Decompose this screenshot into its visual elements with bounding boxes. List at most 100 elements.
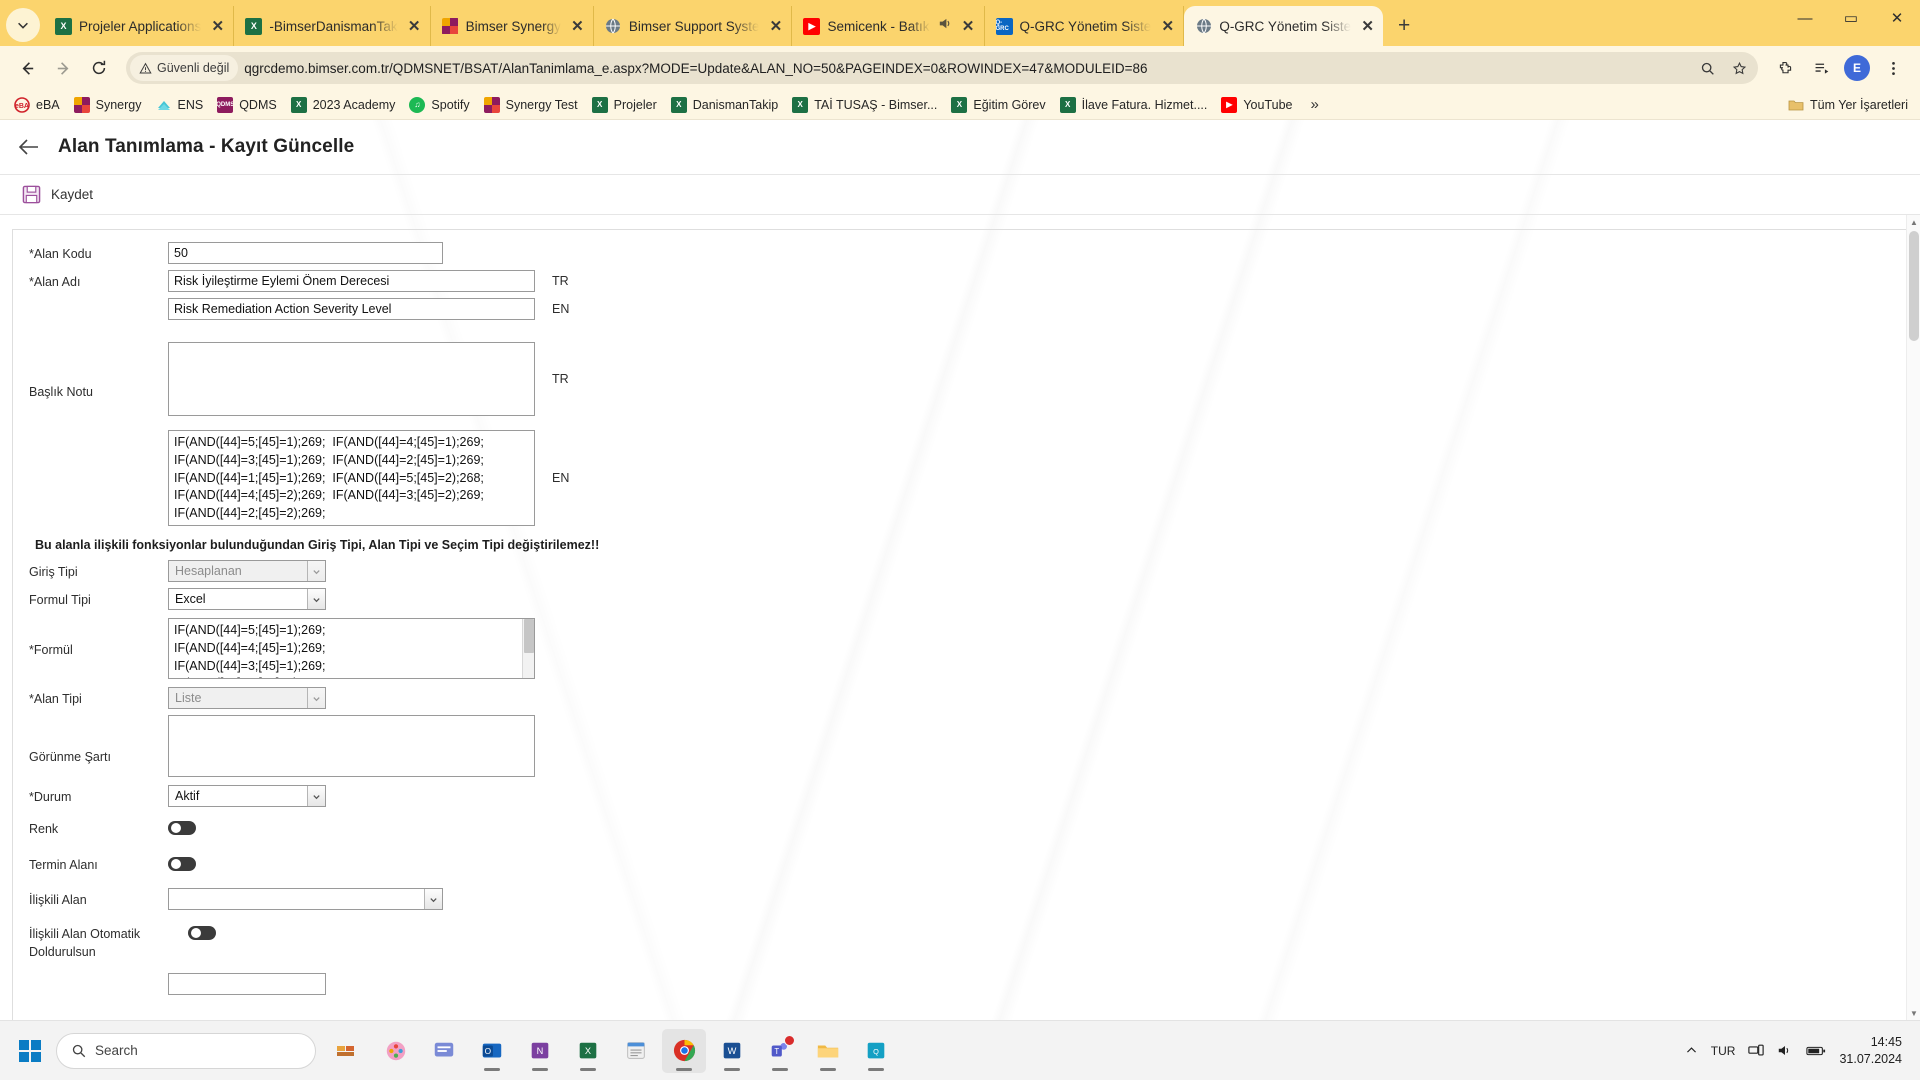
browser-tab[interactable]: X -BimserDanismanTak ✕	[234, 6, 431, 46]
tab-close-icon[interactable]: ✕	[766, 17, 785, 36]
formul-scrollbar[interactable]	[522, 619, 534, 678]
tab-audio-icon[interactable]	[937, 16, 952, 36]
tab-close-icon[interactable]: ✕	[208, 17, 227, 36]
taskbar-widgets-button[interactable]	[326, 1029, 370, 1073]
bookmarks-overflow-button[interactable]: »	[1304, 96, 1324, 113]
bookmark-item[interactable]: X Projeler	[586, 94, 663, 116]
renk-toggle[interactable]	[168, 821, 196, 835]
formul-textarea[interactable]	[168, 618, 535, 679]
browser-tab[interactable]: Q-GRC Q-GRC Yönetim Siste ✕	[985, 6, 1185, 46]
field-label: İlişkili Alan Otomatik Doldurulsun	[29, 927, 141, 959]
browser-tab-active[interactable]: Q-GRC Yönetim Siste ✕	[1184, 6, 1384, 46]
taskbar-onenote-button[interactable]: N	[518, 1029, 562, 1073]
page-scrollbar-thumb[interactable]	[1909, 231, 1919, 341]
tab-close-icon[interactable]: ✕	[405, 17, 424, 36]
baslik-notu-tr-textarea[interactable]	[168, 342, 535, 416]
taskbar-file-explorer-button[interactable]	[806, 1029, 850, 1073]
browser-tab[interactable]: Bimser Synergy ✕	[431, 6, 594, 46]
bookmark-item[interactable]: X 2023 Academy	[285, 94, 402, 116]
app-back-button[interactable]	[16, 134, 42, 160]
baslik-notu-en-textarea[interactable]	[168, 430, 535, 526]
scroll-up-arrow-icon[interactable]: ▲	[1907, 215, 1920, 229]
taskbar-chrome-button[interactable]	[662, 1028, 706, 1073]
taskbar-excel-button[interactable]: X	[566, 1029, 610, 1073]
browser-tab[interactable]: ▶ Semicenk - Batık ✕	[792, 6, 985, 46]
globe-icon	[605, 18, 622, 35]
browser-tab[interactable]: Bimser Support Syste ✕	[594, 6, 793, 46]
taskbar-teams-chat-button[interactable]	[422, 1029, 466, 1073]
qdms-icon: QDMS	[217, 96, 234, 113]
formul-scrollbar-thumb[interactable]	[524, 619, 534, 653]
taskbar-notepad-button[interactable]	[614, 1029, 658, 1073]
bookmark-item[interactable]: ♫ Spotify	[403, 94, 475, 116]
profile-avatar[interactable]: E	[1844, 55, 1870, 81]
reading-list-button[interactable]	[1804, 51, 1838, 85]
minimize-button[interactable]: —	[1782, 0, 1828, 36]
tab-close-icon[interactable]: ✕	[959, 17, 978, 36]
field-label: *Formül	[29, 643, 73, 657]
scroll-down-arrow-icon[interactable]: ▼	[1907, 1006, 1920, 1020]
tab-close-icon[interactable]: ✕	[1158, 17, 1177, 36]
bookmark-item[interactable]: X DanismanTakip	[665, 94, 784, 116]
chrome-menu-button[interactable]	[1876, 51, 1910, 85]
network-icon[interactable]	[1748, 1043, 1765, 1058]
save-button[interactable]: Kaydet	[22, 185, 93, 204]
svg-text:O: O	[485, 1046, 492, 1056]
tab-close-icon[interactable]: ✕	[1358, 17, 1377, 36]
taskbar-outlook-button[interactable]: O	[470, 1029, 514, 1073]
taskbar-paint-button[interactable]	[374, 1029, 418, 1073]
taskbar-qdms-button[interactable]: Q	[854, 1029, 898, 1073]
bookmark-item[interactable]: Synergy Test	[478, 94, 584, 116]
alan-kodu-input[interactable]	[168, 242, 443, 264]
reload-button[interactable]	[82, 51, 116, 85]
bookmark-item[interactable]: X İlave Fatura. Hizmet....	[1054, 94, 1214, 116]
new-tab-button[interactable]: +	[1389, 11, 1419, 41]
iliskili-alan-oto-toggle[interactable]	[188, 926, 216, 940]
bookmark-item[interactable]: QDMS QDMS	[211, 94, 283, 116]
bookmark-item[interactable]: eBA eBA	[8, 94, 66, 116]
synergy-icon	[483, 96, 500, 113]
all-bookmarks-entry[interactable]: Tüm Yer İşaretleri	[1788, 97, 1912, 113]
bookmark-item[interactable]: X Eğitim Görev	[945, 94, 1051, 116]
partial-select[interactable]	[168, 973, 326, 995]
back-button[interactable]	[10, 51, 44, 85]
tray-overflow-button[interactable]	[1685, 1044, 1698, 1057]
alan-adi-tr-input[interactable]	[168, 270, 535, 292]
iliskili-alan-select[interactable]	[168, 888, 443, 910]
tab-title: Bimser Support Syste	[628, 18, 760, 34]
forward-button[interactable]	[46, 51, 80, 85]
gorunme-sarti-textarea[interactable]	[168, 715, 535, 777]
bookmark-star-icon[interactable]	[1726, 55, 1752, 81]
alan-adi-en-input[interactable]	[168, 298, 535, 320]
battery-icon[interactable]	[1806, 1045, 1826, 1057]
termin-alani-toggle[interactable]	[168, 856, 196, 871]
maximize-button[interactable]: ▭	[1828, 0, 1874, 36]
field-row-gorunme-sarti: Görünme Şartı	[13, 715, 1919, 777]
bookmark-item[interactable]: X TAİ TUSAŞ - Bimser...	[786, 94, 943, 116]
page-scrollbar[interactable]: ▲ ▼	[1906, 215, 1920, 1020]
url-text[interactable]: qgrcdemo.bimser.com.tr/QDMSNET/BSAT/Alan…	[244, 61, 1688, 76]
bookmark-item[interactable]: ENS	[150, 94, 210, 116]
clock[interactable]: 14:45 31.07.2024	[1839, 1034, 1902, 1068]
address-bar[interactable]: Güvenli değil qgrcdemo.bimser.com.tr/QDM…	[126, 52, 1758, 84]
bookmark-item[interactable]: Synergy	[68, 94, 148, 116]
tray-language-indicator[interactable]: TUR	[1711, 1044, 1736, 1058]
taskbar-search-box[interactable]: Search	[56, 1032, 316, 1069]
tab-search-button[interactable]	[6, 8, 40, 42]
durum-select[interactable]: Aktif	[168, 785, 326, 807]
extensions-button[interactable]	[1768, 51, 1802, 85]
browser-tab[interactable]: X Projeler Applications ✕	[44, 6, 235, 46]
formul-tipi-select[interactable]: Excel	[168, 588, 326, 610]
chevron-down-icon	[307, 786, 325, 806]
tab-title: -BimserDanismanTak	[269, 18, 398, 34]
volume-icon[interactable]	[1777, 1043, 1793, 1058]
bookmark-item[interactable]: ▶ YouTube	[1215, 94, 1298, 116]
close-window-button[interactable]: ✕	[1874, 0, 1920, 36]
taskbar-word-button[interactable]: W	[710, 1029, 754, 1073]
search-icon[interactable]	[1694, 55, 1720, 81]
page-title: Alan Tanımlama - Kayıt Güncelle	[58, 136, 355, 157]
security-status-badge[interactable]: Güvenli değil	[130, 55, 239, 81]
taskbar-teams-button[interactable]: T	[758, 1029, 802, 1073]
start-button[interactable]	[8, 1029, 52, 1073]
tab-close-icon[interactable]: ✕	[568, 17, 587, 36]
